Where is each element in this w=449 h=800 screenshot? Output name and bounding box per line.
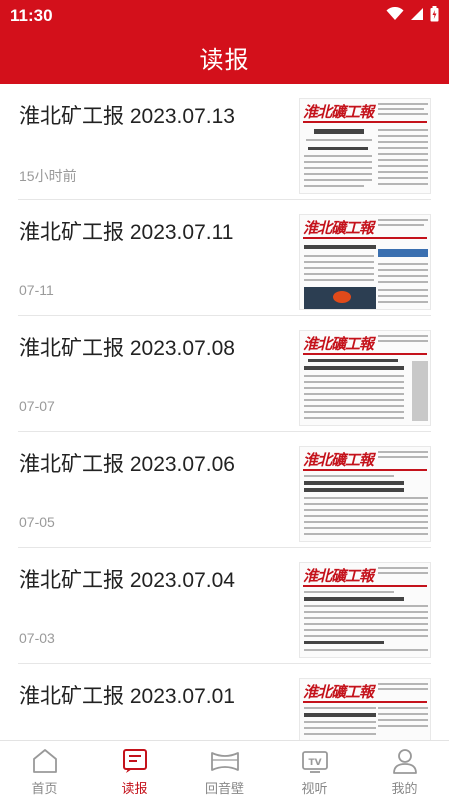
tab-read-paper[interactable]: 读报 — [90, 741, 179, 800]
battery-icon — [430, 6, 439, 22]
signal-icon — [411, 8, 423, 20]
newspaper-item[interactable]: 淮北矿工报 2023.07.11 07-11 淮北礦工報 — [0, 200, 449, 316]
newspaper-date: 07-11 — [19, 282, 54, 298]
newspaper-icon — [122, 749, 147, 773]
newspaper-thumbnail[interactable]: 淮北礦工報 — [299, 330, 431, 426]
tab-audio-video[interactable]: TV 视听 — [270, 741, 359, 800]
newspaper-date: 07-07 — [19, 398, 55, 414]
newspaper-date: 15小时前 — [19, 168, 77, 184]
newspaper-title: 淮北矿工报 2023.07.08 — [19, 337, 235, 360]
newspaper-title: 淮北矿工报 2023.07.01 — [19, 685, 235, 708]
wifi-icon — [386, 7, 404, 20]
home-icon — [32, 749, 57, 773]
page-title: 读报 — [199, 47, 250, 74]
tab-echo-wall[interactable]: 回音壁 — [180, 741, 269, 800]
profile-icon — [392, 749, 417, 774]
tab-label: 我的 — [391, 781, 418, 796]
tab-label: 回音壁 — [204, 781, 244, 796]
newspaper-list[interactable]: 淮北矿工报 2023.07.13 15小时前 淮北礦工報 淮北矿工报 2023.… — [0, 84, 449, 740]
newspaper-title: 淮北矿工报 2023.07.13 — [19, 105, 235, 128]
newspaper-masthead: 淮北礦工報 — [303, 219, 374, 237]
thumbnail-photo — [304, 287, 376, 309]
tab-label: 首页 — [31, 781, 58, 796]
tab-label: 读报 — [121, 781, 148, 796]
tab-label: 视听 — [301, 781, 328, 796]
newspaper-masthead: 淮北礦工報 — [303, 103, 374, 121]
tab-profile[interactable]: 我的 — [360, 741, 449, 800]
newspaper-item[interactable]: 淮北矿工报 2023.07.04 07-03 淮北礦工報 — [0, 548, 449, 664]
newspaper-item[interactable]: 淮北矿工报 2023.07.08 07-07 淮北礦工報 — [0, 316, 449, 432]
newspaper-date: 07-05 — [19, 514, 55, 530]
app-header: 11:30 读报 — [0, 0, 449, 84]
newspaper-title: 淮北矿工报 2023.07.06 — [19, 453, 235, 476]
newspaper-item[interactable]: 淮北矿工报 2023.07.01 淮北礦工報 — [0, 664, 449, 740]
svg-text:TV: TV — [308, 758, 321, 768]
newspaper-thumbnail[interactable]: 淮北礦工報 — [299, 214, 431, 310]
newspaper-masthead: 淮北礦工報 — [303, 451, 374, 469]
status-time: 11:30 — [10, 6, 53, 25]
status-bar: 11:30 — [0, 0, 449, 30]
bottom-tab-bar: 首页 读报 回音壁 TV 视听 我的 — [0, 740, 449, 800]
newspaper-date: 07-03 — [19, 630, 55, 646]
newspaper-thumbnail[interactable]: 淮北礦工報 — [299, 562, 431, 658]
newspaper-thumbnail[interactable]: 淮北礦工報 — [299, 98, 431, 194]
status-icons — [386, 6, 439, 22]
newspaper-masthead: 淮北礦工報 — [303, 683, 374, 701]
newspaper-item[interactable]: 淮北矿工报 2023.07.13 15小时前 淮北礦工報 — [0, 84, 449, 200]
newspaper-thumbnail[interactable]: 淮北礦工報 — [299, 678, 431, 740]
newspaper-masthead: 淮北礦工報 — [303, 567, 374, 585]
newspaper-masthead: 淮北礦工報 — [303, 335, 374, 353]
newspaper-item[interactable]: 淮北矿工报 2023.07.06 07-05 淮北礦工報 — [0, 432, 449, 548]
newspaper-title: 淮北矿工报 2023.07.04 — [19, 569, 235, 592]
newspaper-title: 淮北矿工报 2023.07.11 — [19, 221, 234, 244]
newspaper-thumbnail[interactable]: 淮北礦工報 — [299, 446, 431, 542]
tab-home[interactable]: 首页 — [0, 741, 89, 800]
tv-icon: TV — [301, 751, 328, 773]
wall-icon — [210, 752, 239, 771]
